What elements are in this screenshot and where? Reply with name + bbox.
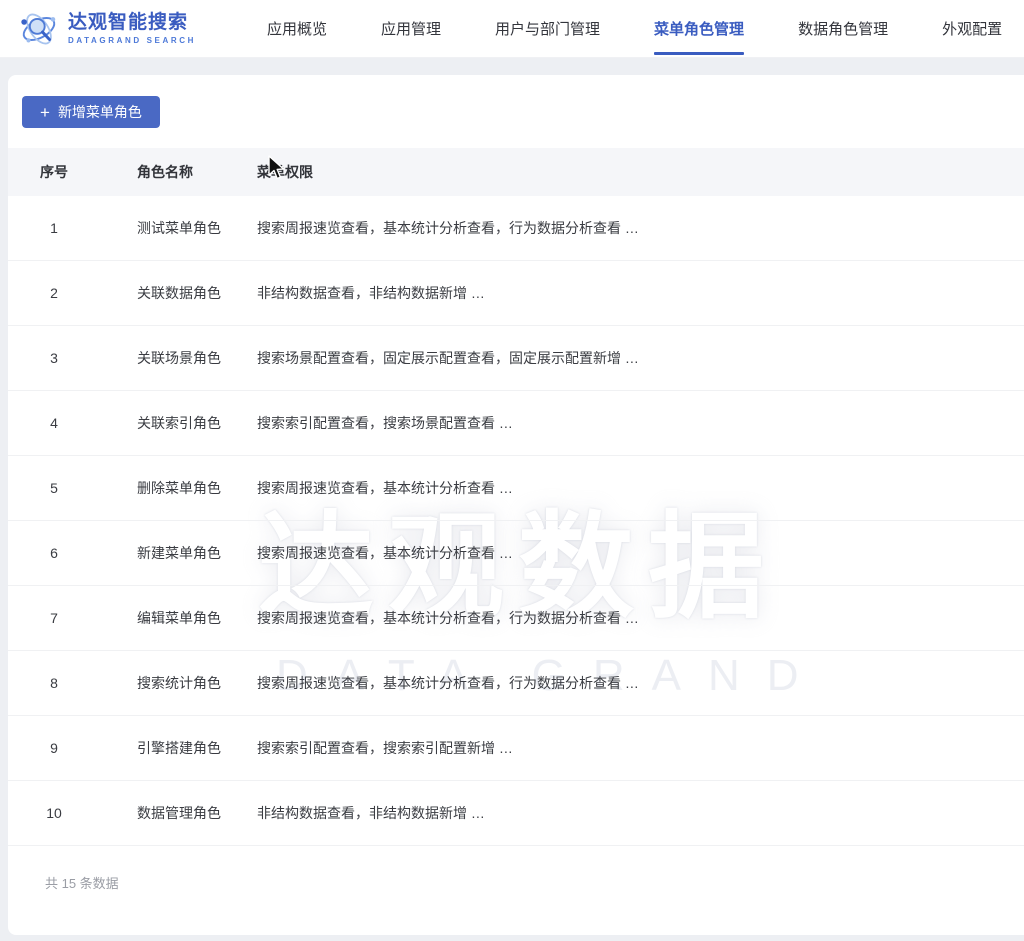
row-index: 1: [8, 220, 100, 236]
menu-role-table: 序号 角色名称 菜单权限 1测试菜单角色搜索周报速览查看，基本统计分析查看，行为…: [8, 148, 1024, 892]
role-name-cell: 新建菜单角色: [100, 543, 257, 563]
plus-icon: +: [40, 104, 50, 121]
table-row: 3关联场景角色搜索场景配置查看，固定展示配置查看，固定展示配置新增 …: [8, 326, 1024, 391]
tab-appearance[interactable]: 外观配置: [942, 0, 1002, 57]
table-row: 5删除菜单角色搜索周报速览查看，基本统计分析查看 …: [8, 456, 1024, 521]
table-row: 6新建菜单角色搜索周报速览查看，基本统计分析查看 …: [8, 521, 1024, 586]
row-index: 6: [8, 545, 100, 561]
role-name-cell: 编辑菜单角色: [100, 608, 257, 628]
tab-user-dept[interactable]: 用户与部门管理: [495, 0, 600, 57]
add-menu-role-button[interactable]: + 新增菜单角色: [22, 96, 160, 128]
row-index: 2: [8, 285, 100, 301]
table-total-count: 共 15 条数据: [8, 846, 1024, 892]
brand-title: 达观智能搜索: [68, 12, 196, 34]
row-index: 4: [8, 415, 100, 431]
toolbar: + 新增菜单角色: [8, 75, 1024, 128]
tab-data-role[interactable]: 数据角色管理: [798, 0, 888, 57]
row-index: 3: [8, 350, 100, 366]
content-panel: 达观数据 DATA GRAND + 新增菜单角色 序号 角色名称 菜单权限 1测…: [8, 75, 1024, 935]
header-menu-permission: 菜单权限: [257, 162, 1024, 182]
role-name-cell: 引擎搭建角色: [100, 738, 257, 758]
tab-menu-role[interactable]: 菜单角色管理: [654, 0, 744, 57]
role-name-cell: 删除菜单角色: [100, 478, 257, 498]
menu-permission-cell: 搜索周报速览查看，基本统计分析查看，行为数据分析查看 …: [257, 673, 1024, 693]
menu-permission-cell: 非结构数据查看，非结构数据新增 …: [257, 283, 1024, 303]
brand-subtitle: DATAGRAND SEARCH: [68, 36, 196, 45]
menu-permission-cell: 搜索索引配置查看，搜索索引配置新增 …: [257, 738, 1024, 758]
role-name-cell: 测试菜单角色: [100, 218, 257, 238]
table-row: 10数据管理角色非结构数据查看，非结构数据新增 …: [8, 781, 1024, 846]
table-row: 1测试菜单角色搜索周报速览查看，基本统计分析查看，行为数据分析查看 …: [8, 196, 1024, 261]
menu-permission-cell: 搜索周报速览查看，基本统计分析查看，行为数据分析查看 …: [257, 218, 1024, 238]
menu-permission-cell: 搜索周报速览查看，基本统计分析查看 …: [257, 478, 1024, 498]
tab-app-manage[interactable]: 应用管理: [381, 0, 441, 57]
role-name-cell: 关联数据角色: [100, 283, 257, 303]
row-index: 8: [8, 675, 100, 691]
role-name-cell: 关联索引角色: [100, 413, 257, 433]
row-index: 5: [8, 480, 100, 496]
top-navigation-bar: 达观智能搜索 DATAGRAND SEARCH 应用概览应用管理用户与部门管理菜…: [0, 0, 1024, 58]
role-name-cell: 关联场景角色: [100, 348, 257, 368]
menu-permission-cell: 搜索索引配置查看，搜索场景配置查看 …: [257, 413, 1024, 433]
table-row: 9引擎搭建角色搜索索引配置查看，搜索索引配置新增 …: [8, 716, 1024, 781]
table-row: 4关联索引角色搜索索引配置查看，搜索场景配置查看 …: [8, 391, 1024, 456]
row-index: 10: [8, 805, 100, 821]
role-name-cell: 搜索统计角色: [100, 673, 257, 693]
menu-permission-cell: 非结构数据查看，非结构数据新增 …: [257, 803, 1024, 823]
brand-logo-block[interactable]: 达观智能搜索 DATAGRAND SEARCH: [0, 8, 240, 50]
header-index: 序号: [8, 162, 100, 182]
row-index: 7: [8, 610, 100, 626]
table-header-row: 序号 角色名称 菜单权限: [8, 148, 1024, 196]
add-menu-role-label: 新增菜单角色: [58, 102, 142, 122]
menu-permission-cell: 搜索周报速览查看，基本统计分析查看，行为数据分析查看 …: [257, 608, 1024, 628]
menu-permission-cell: 搜索场景配置查看，固定展示配置查看，固定展示配置新增 …: [257, 348, 1024, 368]
table-row: 2关联数据角色非结构数据查看，非结构数据新增 …: [8, 261, 1024, 326]
row-index: 9: [8, 740, 100, 756]
role-name-cell: 数据管理角色: [100, 803, 257, 823]
header-role-name: 角色名称: [100, 162, 257, 182]
table-row: 8搜索统计角色搜索周报速览查看，基本统计分析查看，行为数据分析查看 …: [8, 651, 1024, 716]
main-nav: 应用概览应用管理用户与部门管理菜单角色管理数据角色管理外观配置: [240, 0, 1024, 57]
tab-app-overview[interactable]: 应用概览: [267, 0, 327, 57]
table-row: 7编辑菜单角色搜索周报速览查看，基本统计分析查看，行为数据分析查看 …: [8, 586, 1024, 651]
datagrand-atom-search-icon: [18, 8, 60, 50]
menu-permission-cell: 搜索周报速览查看，基本统计分析查看 …: [257, 543, 1024, 563]
table-body: 1测试菜单角色搜索周报速览查看，基本统计分析查看，行为数据分析查看 …2关联数据…: [8, 196, 1024, 846]
